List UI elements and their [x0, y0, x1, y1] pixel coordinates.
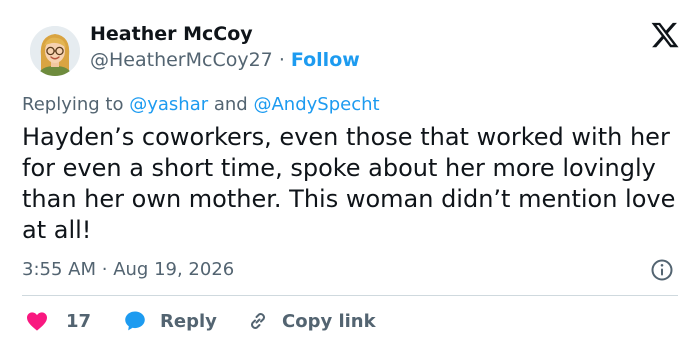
mention-yashar[interactable]: @yashar [129, 94, 208, 115]
replying-to-line: Replying to @yashar and @AndySpecht [22, 94, 380, 115]
like-button[interactable]: 17 [24, 306, 91, 336]
replying-prefix: Replying to [22, 94, 124, 115]
tweet-text: Hayden’s coworkers, even those that work… [22, 123, 676, 244]
copy-link-label: Copy link [282, 310, 376, 332]
tweet-time[interactable]: 3:55 AM [22, 259, 96, 280]
author-name[interactable]: Heather McCoy [90, 23, 253, 45]
x-logo-icon[interactable] [650, 20, 680, 50]
replying-conjunction: and [213, 94, 248, 115]
reply-label: Reply [160, 310, 217, 332]
handle-separator: · [278, 49, 285, 71]
mention-andyspecht[interactable]: @AndySpecht [253, 94, 379, 115]
tweet-header: Heather McCoy @HeatherMcCoy27 · Follow [22, 20, 682, 80]
timestamp[interactable]: 3:55 AM · Aug 19, 2026 [22, 259, 234, 280]
memoji-avatar-icon [30, 26, 80, 76]
info-icon[interactable] [650, 258, 674, 282]
follow-button[interactable]: Follow [291, 49, 360, 71]
author-handle-line: @HeatherMcCoy27 · Follow [90, 49, 360, 71]
link-icon [251, 313, 265, 329]
tweet-date[interactable]: Aug 19, 2026 [113, 259, 234, 280]
copy-link-button[interactable]: Copy link [246, 306, 376, 336]
timestamp-separator: · [101, 259, 108, 280]
speech-bubble-icon [125, 311, 145, 331]
author-handle[interactable]: @HeatherMcCoy27 [90, 49, 273, 71]
reply-button[interactable]: Reply [122, 306, 217, 336]
divider [22, 295, 678, 296]
like-count: 17 [66, 310, 92, 332]
heart-icon [27, 312, 47, 331]
avatar[interactable] [30, 26, 80, 76]
action-bar: 17 Reply Copy link [22, 306, 682, 336]
